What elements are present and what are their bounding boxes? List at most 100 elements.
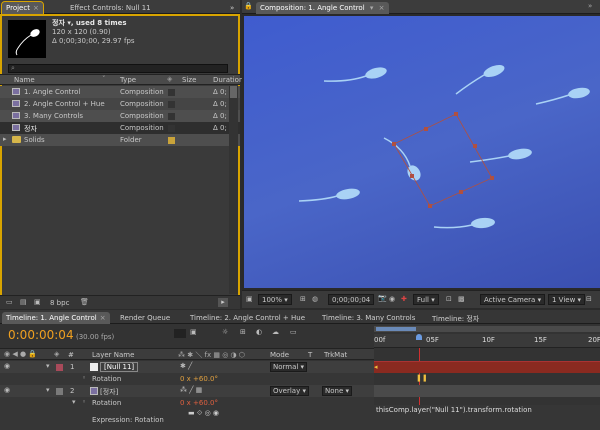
work-area-range[interactable] <box>376 327 416 331</box>
new-folder-icon[interactable]: ▤ <box>20 298 27 306</box>
layer-switches[interactable]: ⁂ ╱ ▦ <box>180 386 202 394</box>
column-layer-name[interactable]: Layer Name <box>92 351 134 359</box>
trkmat-select[interactable]: None ▾ <box>322 386 353 396</box>
tab-render-queue[interactable]: Render Queue <box>116 312 174 324</box>
column-size[interactable]: Size <box>182 76 196 84</box>
panel-menu-icon[interactable]: » <box>588 2 592 10</box>
trash-icon[interactable]: 🗑 <box>80 298 89 306</box>
expression-row[interactable]: ▬ ⟐ ◎ ◉ Expression: Rotation <box>0 409 374 430</box>
hide-shy-icon[interactable]: ☼ <box>222 328 228 336</box>
list-item[interactable]: ▸ Solids Folder <box>0 134 240 146</box>
mode-select[interactable]: Normal ▾ <box>270 362 308 372</box>
keyframe-icon[interactable]: ❚❚ <box>416 374 428 382</box>
scrollbar-thumb[interactable] <box>230 86 237 98</box>
region-of-interest-icon[interactable]: ⊡ <box>446 295 452 303</box>
list-item[interactable]: 1. Angle Control Composition Δ 0; <box>0 86 240 98</box>
close-icon[interactable]: × <box>379 4 385 12</box>
search-input[interactable] <box>174 329 186 338</box>
column-type[interactable]: Type <box>120 76 136 84</box>
search-input[interactable]: ⌕ <box>8 64 228 73</box>
channel-icon[interactable]: ✚ <box>401 295 407 303</box>
layer-switches[interactable]: ✱ ╱ <box>180 362 192 370</box>
twirl-down-icon[interactable]: ▾ <box>72 398 76 406</box>
mask-icon[interactable]: ◍ <box>312 295 318 303</box>
graph-editor-icon[interactable]: ▭ <box>290 328 297 336</box>
tab-composition[interactable]: Composition: 1. Angle Control ▾ × <box>256 2 389 14</box>
new-composition-icon[interactable]: ▣ <box>34 298 41 306</box>
time-ruler[interactable]: 00f 05F 10F 15F 20F <box>374 334 600 348</box>
timeline-timecode[interactable]: 0:00:00:04 <box>8 328 74 342</box>
scroll-right-icon[interactable]: ▸ <box>218 298 228 307</box>
layer-row[interactable]: ◉ ▾ 1 [Null 11] ✱ ╱ Normal ▾ <box>0 361 374 373</box>
stopwatch-icon[interactable]: ◦ <box>82 398 86 406</box>
work-area-bar[interactable] <box>374 326 600 332</box>
column-duration[interactable]: Duration <box>213 76 243 84</box>
close-icon[interactable]: × <box>33 4 39 12</box>
tab-timeline-4[interactable]: Timeline: 정자 <box>428 312 483 324</box>
tab-timeline-1-label: Timeline: 1. Angle Control <box>6 314 97 322</box>
list-item[interactable]: 3. Many Controls Composition Δ 0; <box>0 110 240 122</box>
label-swatch[interactable] <box>56 388 63 395</box>
label-swatch[interactable] <box>56 364 63 371</box>
disclosure-triangle-icon[interactable]: ▸ <box>3 135 7 143</box>
tab-timeline-3[interactable]: Timeline: 3. Many Controls <box>318 312 419 324</box>
interpret-footage-icon[interactable]: ▭ <box>6 298 13 306</box>
show-snapshot-icon[interactable]: ◉ <box>389 295 395 303</box>
scrollbar[interactable] <box>229 86 238 294</box>
layer-name[interactable]: [Null 11] <box>100 362 139 372</box>
layer-duration-bar[interactable] <box>374 385 600 397</box>
panel-menu-icon[interactable]: » <box>226 2 238 14</box>
always-preview-icon[interactable]: ▣ <box>246 295 253 303</box>
list-item[interactable]: 정자 Composition Δ 0; <box>0 122 240 134</box>
camera-select[interactable]: Active Camera ▾ <box>480 294 546 305</box>
view-layout-select[interactable]: 1 View ▾ <box>548 294 586 305</box>
property-name: Rotation <box>92 399 122 407</box>
label-swatch <box>168 137 175 144</box>
property-value[interactable]: 0 x +60.0° <box>180 375 218 383</box>
lock-icon[interactable]: 🔒 <box>244 2 253 10</box>
column-name[interactable]: Name <box>14 76 35 84</box>
visibility-icon[interactable]: ◉ <box>4 362 10 370</box>
composition-icon <box>12 112 20 119</box>
tab-timeline-1[interactable]: Timeline: 1. Angle Control × <box>2 312 110 324</box>
comp-mini-flowchart-icon[interactable]: ▣ <box>190 328 197 336</box>
visibility-icon[interactable]: ◉ <box>4 386 10 394</box>
tab-project[interactable]: Project × <box>1 1 44 15</box>
composition-icon <box>12 124 20 131</box>
twirl-down-icon[interactable]: ▾ <box>46 386 50 394</box>
resolution-value: Full <box>417 296 429 304</box>
timeline-panel: 0:00:00:04 (30.00 fps) ▣ ☼ ⊞ ◐ ☁ ▭ 00f 0… <box>0 324 600 430</box>
snapshot-icon[interactable]: 📷 <box>378 294 387 302</box>
null-bounding-box <box>393 113 493 207</box>
motion-blur-icon[interactable]: ◐ <box>256 328 262 336</box>
chevron-down-icon[interactable]: ▾ <box>370 4 374 12</box>
safe-margins-icon[interactable]: ⊞ <box>300 295 306 303</box>
mode-select[interactable]: Overlay ▾ <box>270 386 309 396</box>
brainstorm-icon[interactable]: ☁ <box>272 328 279 336</box>
tab-timeline-4-label: Timeline: 정자 <box>432 315 480 323</box>
layer-duration-bar[interactable] <box>374 361 600 373</box>
comp-canvas[interactable] <box>244 16 600 288</box>
sperm-shape <box>433 217 495 229</box>
zoom-select[interactable]: 100% ▾ <box>258 294 292 305</box>
expression-field[interactable]: thisComp.layer("Null 11").transform.rota… <box>374 405 600 430</box>
property-row[interactable]: ▾ ◦ Rotation 0 x +60.0° <box>0 397 374 409</box>
render-options-icon[interactable]: ⊟ <box>586 295 592 303</box>
current-time-indicator[interactable] <box>416 334 422 340</box>
list-item[interactable]: 2. Angle Control + Hue Composition Δ 0; <box>0 98 240 110</box>
frame-blending-icon[interactable]: ⊞ <box>240 328 246 336</box>
layer-name[interactable]: [정자] <box>100 387 118 397</box>
tab-timeline-2[interactable]: Timeline: 2. Angle Control + Hue <box>186 312 309 324</box>
transparency-grid-icon[interactable]: ▩ <box>458 295 465 303</box>
bpc-button[interactable]: 8 bpc <box>50 299 69 307</box>
twirl-down-icon[interactable]: ▾ <box>46 362 50 370</box>
layer-row[interactable]: ◉ ▾ 2 [정자] ⁂ ╱ ▦ Overlay ▾ None ▾ <box>0 385 374 397</box>
expression-switches[interactable]: ▬ ⟐ ◎ ◉ <box>188 409 219 418</box>
close-icon[interactable]: × <box>100 314 106 322</box>
stopwatch-icon[interactable]: ◦ <box>82 374 86 382</box>
current-time-field[interactable]: 0;00;00;04 <box>328 294 375 305</box>
tab-effect-controls[interactable]: Effect Controls: Null 11 <box>66 2 155 14</box>
resolution-select[interactable]: Full ▾ <box>413 294 439 305</box>
property-row[interactable]: ◦ Rotation 0 x +60.0° <box>0 373 374 385</box>
property-value[interactable]: 0 x +60.0° <box>180 399 218 407</box>
